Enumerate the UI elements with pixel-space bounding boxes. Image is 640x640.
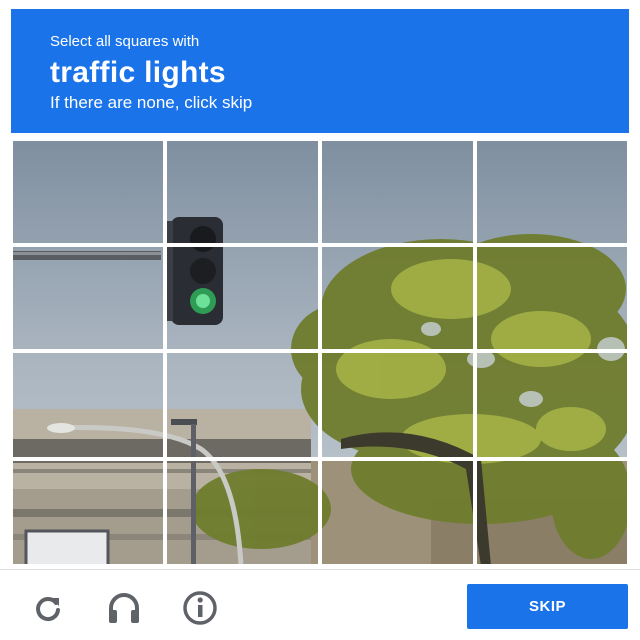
- grid-tile[interactable]: [320, 245, 475, 351]
- skip-hint-text: If there are none, click skip: [50, 93, 253, 112]
- tile-grid: [11, 139, 629, 566]
- grid-tile[interactable]: [475, 245, 629, 351]
- challenge-footer: SKIP: [0, 569, 640, 640]
- grid-tile[interactable]: [320, 139, 475, 245]
- challenge-header: Select all squares with traffic lights I…: [11, 9, 629, 133]
- grid-tile[interactable]: [165, 459, 320, 566]
- info-icon[interactable]: [180, 588, 220, 628]
- grid-tile[interactable]: [165, 245, 320, 351]
- image-grid: [11, 139, 629, 566]
- reload-icon[interactable]: [28, 588, 68, 628]
- grid-tile[interactable]: [475, 139, 629, 245]
- grid-tile[interactable]: [475, 351, 629, 459]
- recaptcha-challenge: Select all squares with traffic lights I…: [0, 0, 640, 640]
- grid-tile[interactable]: [11, 459, 165, 566]
- grid-tile[interactable]: [11, 245, 165, 351]
- instruction-text: Select all squares with: [50, 33, 200, 50]
- grid-tile[interactable]: [11, 351, 165, 459]
- grid-tile[interactable]: [475, 459, 629, 566]
- target-object-label: traffic lights: [50, 56, 226, 89]
- grid-tile[interactable]: [165, 351, 320, 459]
- skip-button[interactable]: SKIP: [467, 584, 628, 629]
- audio-headphones-icon[interactable]: [104, 588, 144, 628]
- grid-tile[interactable]: [320, 351, 475, 459]
- grid-tile[interactable]: [320, 459, 475, 566]
- grid-tile[interactable]: [11, 139, 165, 245]
- grid-tile[interactable]: [165, 139, 320, 245]
